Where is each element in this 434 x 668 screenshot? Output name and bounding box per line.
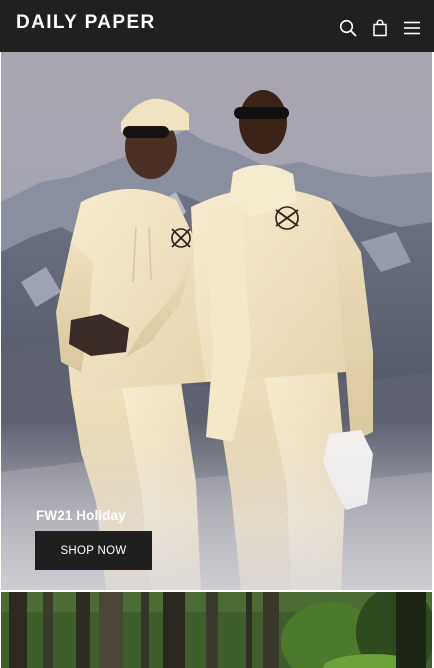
- bag-icon[interactable]: [370, 18, 390, 38]
- search-icon[interactable]: [338, 18, 358, 38]
- site-header: DAILY PAPER: [0, 0, 434, 52]
- menu-icon[interactable]: [402, 18, 422, 38]
- header-actions: [338, 18, 422, 38]
- hero-title: FW21 Holiday: [36, 508, 126, 523]
- page: DAILY PAPER FW21 Holiday SHOP NOW: [0, 0, 434, 668]
- forest-image: [1, 592, 432, 668]
- hero-banner[interactable]: FW21 Holiday SHOP NOW: [1, 52, 432, 590]
- forest-banner[interactable]: [1, 592, 432, 668]
- brand-logo[interactable]: DAILY PAPER: [16, 12, 156, 34]
- shop-now-button[interactable]: SHOP NOW: [35, 531, 152, 570]
